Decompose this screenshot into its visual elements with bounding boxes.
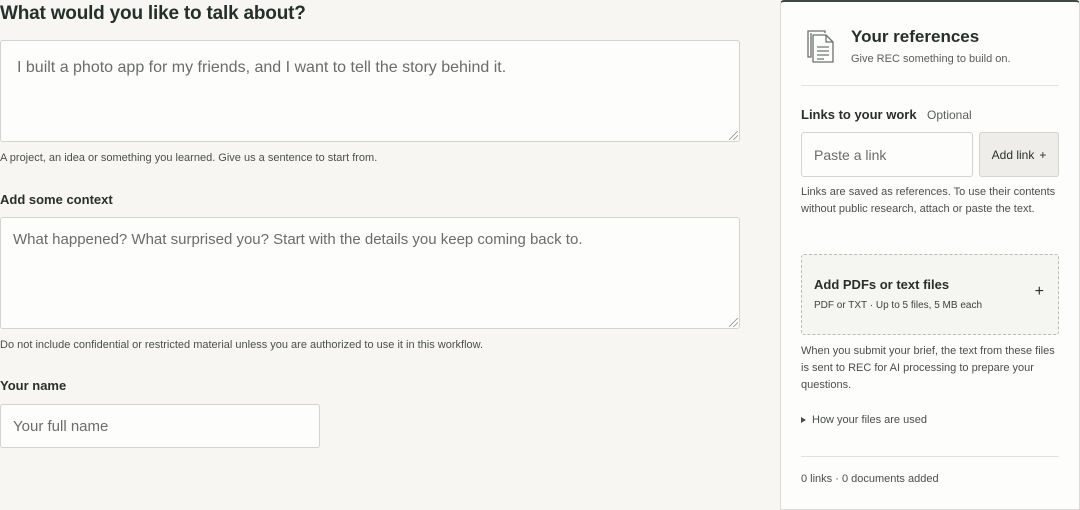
panel-subtitle: Give REC something to build on. <box>851 53 1011 65</box>
files-usage-disclosure[interactable]: How your files are used <box>801 414 927 426</box>
panel-title: Your references <box>851 27 980 46</box>
optional-label: Optional <box>927 108 972 122</box>
divider <box>801 85 1059 86</box>
reference-counts: 0 links · 0 documents added <box>801 473 939 485</box>
plus-icon: + <box>1034 283 1044 300</box>
context-hint: Do not include confidential or restricte… <box>0 339 484 351</box>
disclosure-triangle-icon <box>801 417 806 423</box>
document-icon <box>807 30 834 63</box>
link-input[interactable] <box>801 132 973 177</box>
divider <box>801 456 1059 457</box>
add-link-button[interactable]: Add link + <box>979 132 1059 177</box>
name-label: Your name <box>0 378 67 393</box>
files-usage-label: How your files are used <box>812 414 927 426</box>
links-note: Links are saved as references. To use th… <box>801 186 1056 215</box>
upload-subtitle: PDF or TXT · Up to 5 files, 5 MB each <box>814 300 983 311</box>
topic-title: What would you like to talk about? <box>0 3 306 24</box>
add-link-label: Add link <box>991 147 1035 162</box>
plus-icon: + <box>1039 147 1047 162</box>
context-textarea[interactable] <box>0 217 740 329</box>
upload-title: Add PDFs or text files <box>814 277 950 292</box>
topic-textarea[interactable] <box>0 40 740 142</box>
links-label: Links to your work <box>801 107 917 122</box>
submit-note: When you submit your brief, the text fro… <box>801 345 1055 391</box>
context-label: Add some context <box>0 192 113 207</box>
references-panel: Your references Give REC something to bu… <box>780 0 1080 510</box>
page: What would you like to talk about? A pro… <box>0 0 1080 510</box>
file-upload-dropzone[interactable]: Add PDFs or text files PDF or TXT · Up t… <box>801 254 1059 335</box>
name-input[interactable] <box>0 404 320 448</box>
topic-hint: A project, an idea or something you lear… <box>0 152 378 164</box>
